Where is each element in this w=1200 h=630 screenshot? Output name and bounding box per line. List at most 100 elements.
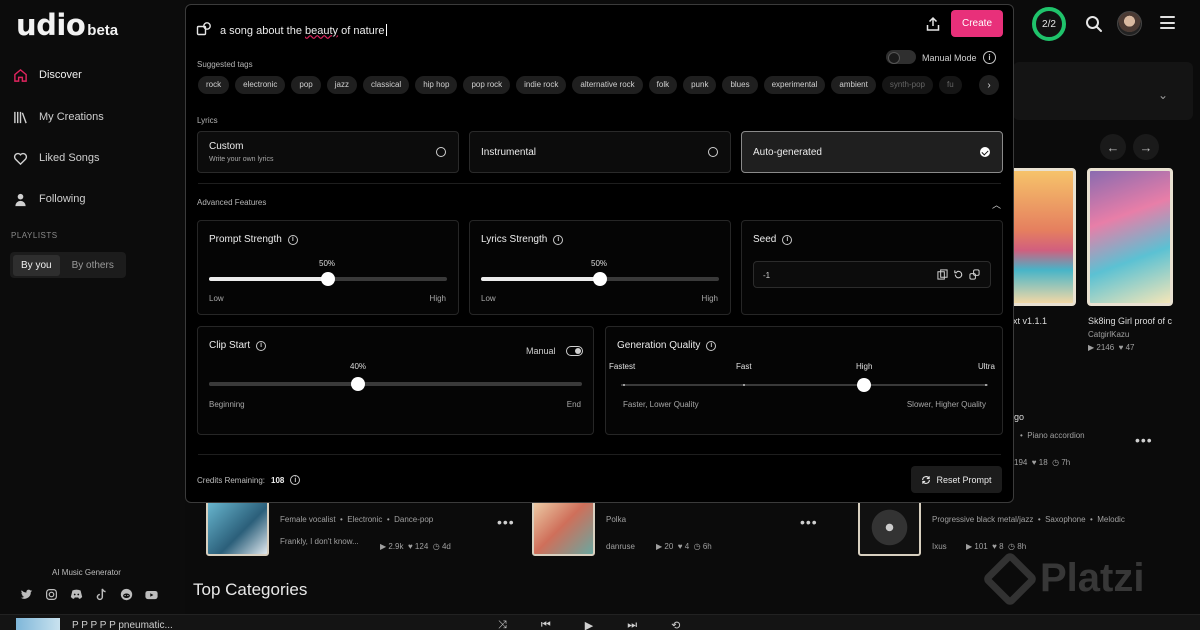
menu-icon[interactable] [1160, 16, 1175, 29]
quality-level-label[interactable]: Ultra [978, 362, 995, 371]
link-icon[interactable] [969, 269, 980, 280]
chevron-down-icon[interactable]: ⌄ [1158, 88, 1168, 102]
twitter-icon[interactable] [20, 588, 33, 601]
filter-by-you[interactable]: By you [13, 254, 60, 276]
copy-icon[interactable] [937, 269, 948, 280]
slider-handle[interactable] [593, 272, 607, 286]
tiktok-icon[interactable] [95, 588, 108, 601]
slider-handle[interactable] [351, 377, 366, 391]
sidebar-item-discover[interactable]: Discover [12, 66, 82, 84]
shuffle-icon[interactable]: ⤨ [498, 619, 507, 630]
info-icon[interactable]: i [290, 475, 301, 485]
search-icon[interactable] [1084, 14, 1104, 34]
carousel-next-button[interactable]: → [1133, 134, 1159, 160]
play-icon[interactable]: ▶ [585, 619, 593, 630]
tag-chip[interactable]: rock [198, 76, 230, 94]
slider-max-label: End [566, 400, 581, 409]
sidebar-item-liked-songs[interactable]: Liked Songs [12, 149, 100, 167]
udio-logo[interactable]: udio beta [16, 8, 118, 42]
song-lyric-snippet: Frankly, I don't know... [280, 537, 359, 546]
info-icon[interactable]: i [983, 51, 996, 64]
seed-actions [937, 269, 980, 280]
info-icon[interactable]: i [256, 340, 267, 351]
tag-chip[interactable]: hip hop [415, 76, 458, 94]
prompt-strength-title: Prompt Strength [209, 234, 282, 245]
youtube-icon[interactable] [145, 588, 158, 601]
slider-handle[interactable] [857, 378, 871, 392]
instagram-icon[interactable] [45, 588, 58, 601]
sidebar-item-my-creations[interactable]: My Creations [12, 108, 104, 126]
chevron-right-icon[interactable]: › [979, 75, 999, 95]
song-title[interactable]: xt v1.1.1 [1013, 316, 1047, 326]
song-author[interactable]: danruse [606, 542, 635, 551]
tag-chip[interactable]: punk [683, 76, 717, 94]
tag-chip[interactable]: alternative rock [572, 76, 643, 94]
tag-chip[interactable]: indie rock [516, 76, 567, 94]
panel-title: Lyrics Strength i [481, 234, 564, 245]
song-tags: Female vocalist • Electronic • Dance-pop [280, 515, 434, 524]
chevron-up-icon[interactable]: ︿ [992, 198, 1001, 211]
info-icon[interactable]: i [782, 234, 793, 245]
tag-chip[interactable]: electronic [235, 76, 286, 94]
reset-prompt-label: Reset Prompt [936, 474, 992, 485]
more-options-icon[interactable]: ••• [800, 514, 818, 530]
tag-chip[interactable]: fu [939, 76, 962, 94]
manual-mode-label: Manual Mode [922, 53, 977, 63]
song-title[interactable]: go [1014, 412, 1024, 422]
create-button[interactable]: Create [951, 10, 1003, 37]
radio-button[interactable] [436, 147, 446, 157]
reset-prompt-button[interactable]: Reset Prompt [911, 466, 1002, 493]
credits-ring[interactable]: 2/2 [1032, 7, 1066, 41]
player-thumbnail[interactable] [16, 618, 60, 630]
tag-chip[interactable]: experimental [763, 76, 826, 94]
tag-chip[interactable]: pop rock [463, 76, 511, 94]
radio-button[interactable] [708, 147, 718, 157]
seed-input[interactable]: -1 [753, 261, 991, 288]
quality-slider-track[interactable] [621, 384, 988, 386]
tag-chip[interactable]: synth-pop [881, 76, 933, 94]
more-options-icon[interactable]: ••• [497, 514, 515, 530]
radio-button-selected[interactable] [980, 147, 990, 157]
song-cover-art[interactable] [1010, 168, 1076, 306]
tag-chip[interactable]: classical [362, 76, 410, 94]
prompt-strength-slider[interactable] [209, 272, 447, 286]
avatar[interactable] [1117, 11, 1142, 36]
info-icon[interactable]: i [553, 234, 564, 245]
reddit-icon[interactable] [120, 588, 133, 601]
lyrics-option-auto-generated[interactable]: Auto-generated [741, 131, 1003, 173]
upload-icon[interactable] [925, 16, 941, 32]
lyrics-strength-slider[interactable] [481, 272, 719, 286]
slider-handle[interactable] [321, 272, 335, 286]
tag-chip[interactable]: blues [722, 76, 758, 94]
player-track-title[interactable]: P P P P P pneumatic... [72, 620, 173, 630]
quality-level-label[interactable]: Fast [736, 362, 752, 371]
quality-level-label[interactable]: High [856, 362, 872, 371]
quality-level-label[interactable]: Fastest [609, 362, 635, 371]
song-cover-art[interactable] [1087, 168, 1173, 306]
tag-chip[interactable]: jazz [326, 76, 357, 94]
info-icon[interactable]: i [287, 234, 298, 245]
tag-chip[interactable]: folk [648, 76, 678, 94]
previous-icon[interactable]: ⏮ [541, 619, 551, 630]
more-options-icon[interactable]: ••• [1135, 432, 1153, 448]
manual-mode-toggle[interactable] [886, 50, 916, 64]
manual-toggle[interactable] [566, 346, 583, 356]
tag-chip[interactable]: pop [291, 76, 321, 94]
info-icon[interactable]: i [706, 340, 717, 351]
song-author[interactable]: CatgirlKazu [1088, 330, 1129, 339]
lyrics-option-custom[interactable]: Custom Write your own lyrics [197, 131, 459, 173]
next-icon[interactable]: ⏭ [627, 619, 637, 630]
clip-start-slider[interactable] [209, 377, 582, 391]
discord-icon[interactable] [70, 588, 83, 601]
sidebar-item-following[interactable]: Following [12, 190, 85, 208]
prompt-input[interactable]: a song about the beauty of nature [196, 15, 1003, 45]
tag-chip[interactable]: ambient [831, 76, 876, 94]
song-title[interactable]: Sk8ing Girl proof of c [1088, 316, 1172, 326]
lyrics-option-instrumental[interactable]: Instrumental [469, 131, 731, 173]
filter-by-others[interactable]: By others [64, 255, 122, 276]
carousel-prev-button[interactable]: ← [1100, 134, 1126, 160]
reset-icon[interactable] [953, 269, 964, 280]
social-links [20, 588, 158, 601]
song-author[interactable]: Ixus [932, 542, 947, 551]
repeat-icon[interactable]: ⟲ [671, 619, 680, 630]
